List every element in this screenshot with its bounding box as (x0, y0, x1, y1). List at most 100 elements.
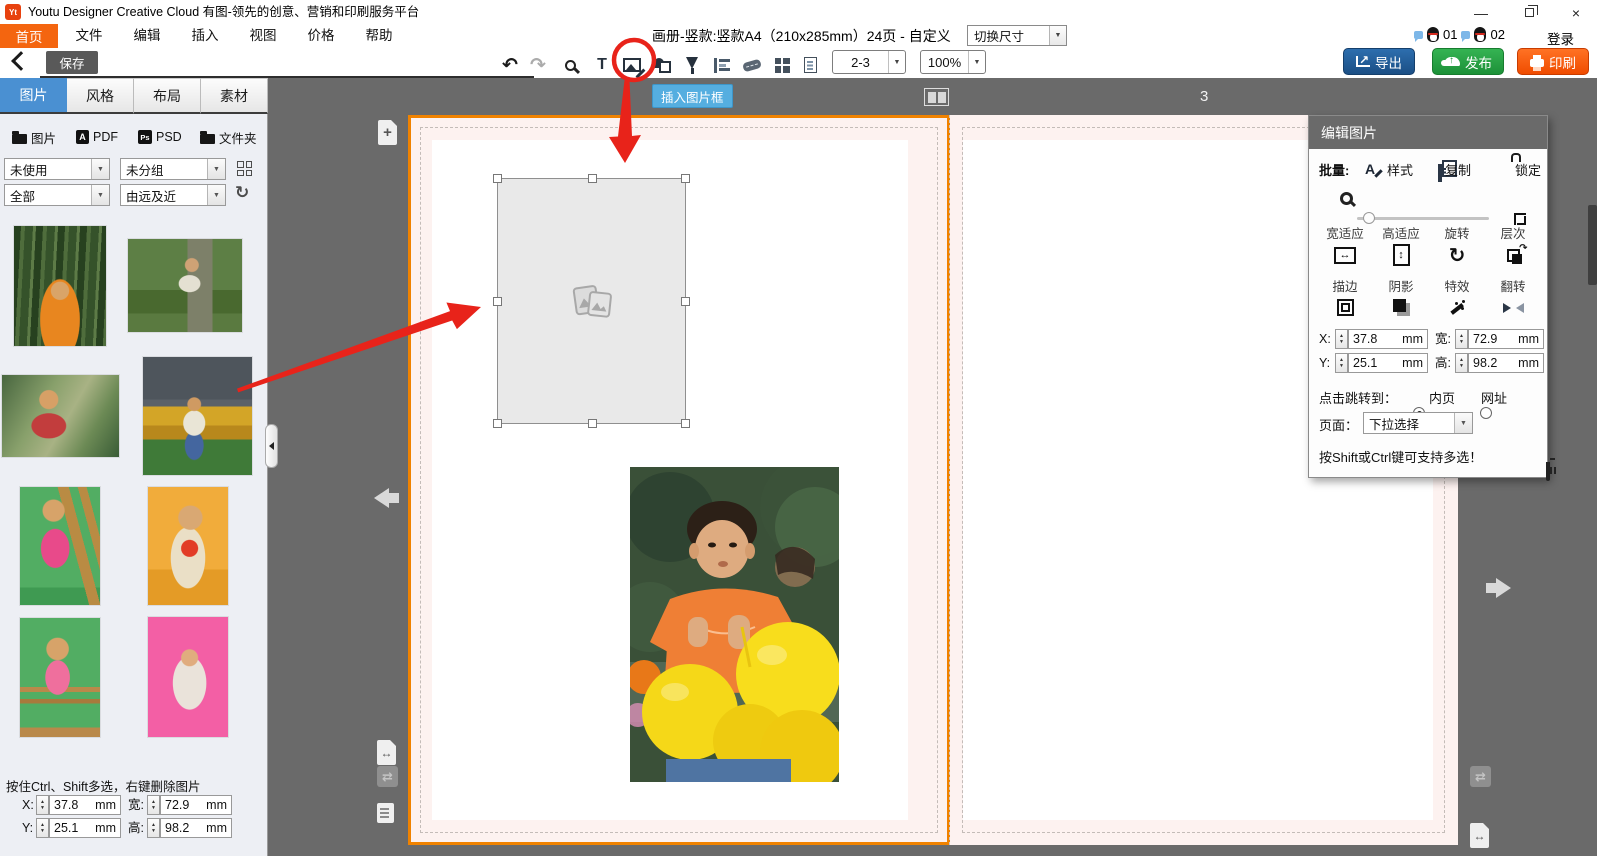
panel-width-stepper[interactable]: ▲▼ (1455, 329, 1468, 349)
zoom-tool-button[interactable] (558, 53, 582, 77)
stroke-button[interactable] (1317, 294, 1373, 320)
menu-item-home[interactable]: 首页 (0, 24, 58, 48)
menu-item-file[interactable]: 文件 (66, 24, 112, 48)
placed-photo-boy-balloons[interactable] (630, 467, 839, 782)
qq-penguin-icon-1[interactable] (1427, 27, 1439, 42)
thumbnail-photo-boy-plaid[interactable] (2, 375, 119, 457)
tab-pictures[interactable]: 图片 (0, 78, 67, 114)
menu-item-edit[interactable]: 编辑 (124, 24, 170, 48)
panel-height-field[interactable]: 98.2mm (1468, 353, 1544, 373)
menu-item-help[interactable]: 帮助 (356, 24, 402, 48)
resize-handle-e[interactable] (681, 297, 690, 306)
panel-y-stepper[interactable]: ▲▼ (1335, 353, 1348, 373)
text-tool-button[interactable] (590, 53, 614, 77)
resize-handle-sw[interactable] (493, 419, 502, 428)
redo-button[interactable] (526, 53, 550, 77)
page-range-dropdown[interactable]: 2-3 ▼ (832, 50, 906, 74)
undo-button[interactable] (498, 53, 522, 77)
radio-url-label[interactable]: 网址 (1481, 388, 1507, 407)
y-stepper[interactable]: ▲▼ (36, 818, 49, 838)
import-folder-button[interactable]: 文件夹 (200, 126, 257, 148)
layer-order-button[interactable] (1485, 242, 1541, 268)
menu-item-insert[interactable]: 插入 (182, 24, 228, 48)
panel-x-field[interactable]: 37.8mm (1348, 329, 1428, 349)
refresh-button[interactable] (235, 183, 249, 203)
zoom-level-dropdown[interactable]: 100% ▼ (920, 50, 986, 74)
save-button[interactable]: 保存 (46, 51, 98, 74)
thumbnail-photo-boy-bamboo[interactable] (14, 226, 106, 346)
thumbnail-photo-baby-chair-standing[interactable] (20, 487, 100, 605)
qq-penguin-icon-2[interactable] (1474, 27, 1486, 42)
radio-inner-page-label[interactable]: 内页 (1429, 388, 1455, 407)
publish-button[interactable]: 发布 (1432, 48, 1504, 75)
previous-page-arrow[interactable] (374, 488, 389, 508)
login-link[interactable]: 登录 (1547, 28, 1574, 48)
layout-grid-button[interactable] (770, 53, 794, 77)
crop-tool-button[interactable] (740, 53, 764, 77)
shadow-button[interactable] (1373, 294, 1429, 320)
shape-tool-button[interactable] (650, 53, 674, 77)
grid-view-button[interactable] (237, 161, 252, 176)
import-psd-button[interactable]: PsPSD (138, 126, 182, 148)
panel-y-field[interactable]: 25.1mm (1348, 353, 1428, 373)
height-field[interactable]: 98.2mm (160, 818, 232, 838)
filter-all-dropdown[interactable]: 全部▼ (4, 184, 110, 206)
spread-view-icon[interactable] (924, 88, 949, 106)
filter-sort-dropdown[interactable]: 由远及近▼ (120, 184, 226, 206)
resize-page-button-left[interactable] (377, 740, 396, 765)
resize-handle-w[interactable] (493, 297, 502, 306)
flip-button[interactable] (1485, 294, 1541, 320)
panel-height-stepper[interactable]: ▲▼ (1455, 353, 1468, 373)
image-placeholder-frame[interactable] (497, 178, 686, 424)
x-field[interactable]: 37.8mm (49, 795, 121, 815)
canvas-scrollbar-thumb[interactable] (1588, 205, 1597, 285)
resize-handle-nw[interactable] (493, 174, 502, 183)
zoom-in-icon[interactable] (1340, 192, 1353, 205)
minimize-button[interactable]: — (1468, 4, 1494, 21)
import-pdf-button[interactable]: APDF (76, 126, 118, 148)
next-page-arrow[interactable] (1496, 578, 1511, 598)
tab-assets[interactable]: 素材 (201, 78, 268, 114)
size-switch-dropdown[interactable]: 切换尺寸 ▼ (967, 25, 1067, 46)
resize-handle-s[interactable] (588, 419, 597, 428)
tab-layout[interactable]: 布局 (134, 78, 201, 114)
align-tool-button[interactable] (710, 53, 734, 77)
resize-handle-se[interactable] (681, 419, 690, 428)
thumbnail-photo-baby-orange[interactable] (148, 487, 228, 605)
rotate-button[interactable] (1429, 242, 1485, 268)
panel-width-field[interactable]: 72.9mm (1468, 329, 1544, 349)
height-fit-button[interactable] (1373, 242, 1429, 268)
batch-copy-button[interactable]: 复制 (1445, 160, 1471, 179)
sidebar-collapse-handle[interactable] (265, 424, 278, 468)
tab-styles[interactable]: 风格 (67, 78, 134, 114)
add-page-button[interactable] (378, 120, 397, 145)
x-stepper[interactable]: ▲▼ (36, 795, 49, 815)
width-stepper[interactable]: ▲▼ (147, 795, 160, 815)
radio-url[interactable] (1480, 407, 1492, 419)
insert-image-frame-button[interactable] (620, 53, 644, 77)
height-stepper[interactable]: ▲▼ (147, 818, 160, 838)
menu-item-price[interactable]: 价格 (298, 24, 344, 48)
restore-button[interactable] (1516, 4, 1542, 21)
filter-used-dropdown[interactable]: 未使用▼ (4, 158, 110, 180)
thumbnail-photo-boy-tree[interactable] (128, 239, 242, 332)
image-zoom-slider[interactable] (1357, 217, 1489, 220)
thumbnail-photo-baby-leopard[interactable] (148, 617, 228, 737)
close-button[interactable]: × (1563, 4, 1589, 21)
copy-page-button-left[interactable] (377, 803, 394, 823)
pen-tool-button[interactable] (680, 53, 704, 77)
print-button[interactable]: 印刷 (1517, 48, 1589, 75)
filter-group-dropdown[interactable]: 未分组▼ (120, 158, 226, 180)
width-fit-button[interactable] (1317, 242, 1373, 268)
thumbnail-photo-boy-house[interactable] (143, 357, 252, 475)
swap-page-button-left[interactable] (377, 766, 398, 787)
page-select-dropdown[interactable]: 下拉选择▼ (1363, 412, 1473, 434)
lock-button[interactable]: 锁定 (1515, 160, 1541, 179)
page-doc-button[interactable] (798, 53, 822, 77)
thumbnail-photo-baby-chair-sitting[interactable] (20, 618, 100, 737)
export-button[interactable]: 导出 (1343, 48, 1415, 75)
effects-button[interactable] (1429, 294, 1485, 320)
y-field[interactable]: 25.1mm (49, 818, 121, 838)
delete-image-button[interactable] (1546, 462, 1550, 481)
resize-handle-ne[interactable] (681, 174, 690, 183)
